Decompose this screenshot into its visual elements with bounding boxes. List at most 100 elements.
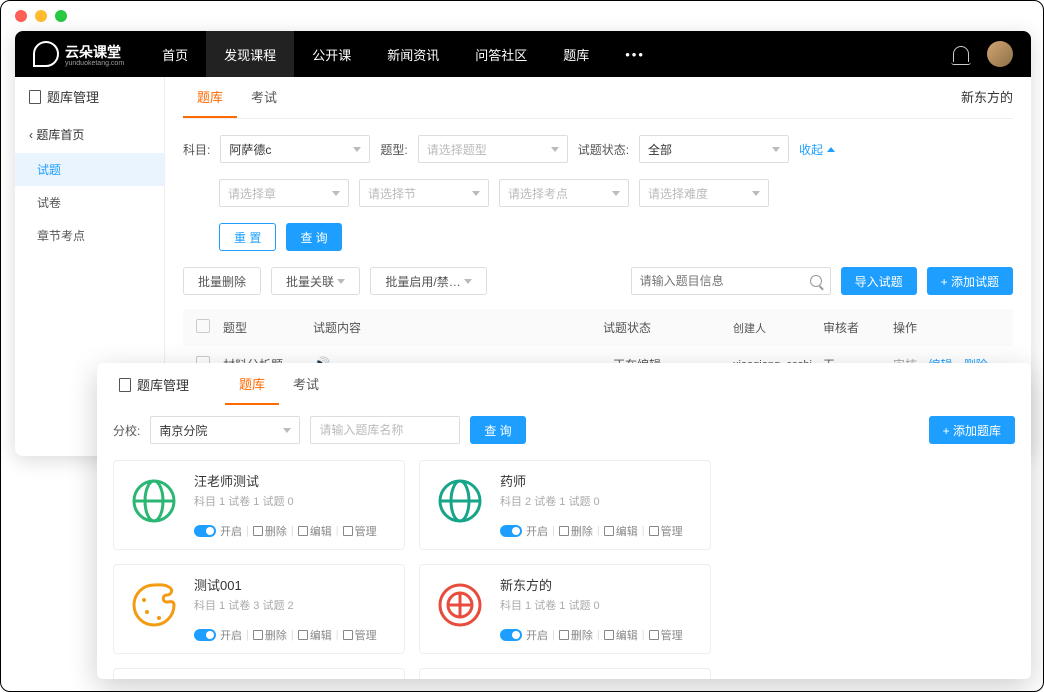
win2-tab-bank[interactable]: 题库	[225, 364, 279, 405]
logo[interactable]: 云朵课堂 yunduoketang.com	[33, 41, 124, 67]
logo-text: 云朵课堂	[65, 42, 124, 62]
type-select[interactable]: 请选择题型	[418, 135, 568, 163]
logo-subtext: yunduoketang.com	[65, 60, 124, 67]
nav-bank[interactable]: 题库	[545, 31, 607, 77]
bank-card: 第一题库 科目 1 试卷 1 试题 0 开启 | 删除 | 编辑 | 管理	[113, 668, 405, 679]
manage-link[interactable]: 管理	[649, 627, 683, 643]
edit-link[interactable]: 编辑	[298, 627, 332, 643]
manage-link[interactable]: 管理	[343, 627, 377, 643]
edit-icon	[298, 526, 308, 536]
status-select[interactable]: 全部	[639, 135, 789, 163]
add-question-button[interactable]: + 添加试题	[927, 267, 1013, 295]
subject-select[interactable]: 阿萨德c	[220, 135, 370, 163]
query-button[interactable]: 查 询	[286, 223, 341, 251]
bank-icon	[124, 575, 184, 635]
win2-title: 题库管理	[113, 363, 195, 406]
edit-link[interactable]: 编辑	[604, 627, 638, 643]
bank-list-window: 题库管理 题库 考试 分校: 南京分院 查 询 + 添加题库 汪老师测试 科目 …	[97, 363, 1031, 679]
chevron-down-icon	[472, 191, 480, 196]
win2-tab-exam[interactable]: 考试	[279, 364, 333, 405]
manage-link[interactable]: 管理	[649, 523, 683, 539]
branch-select[interactable]: 南京分院	[150, 416, 300, 444]
toggle-label: 开启	[220, 627, 242, 643]
sidebar-item-points[interactable]: 章节考点	[15, 219, 164, 252]
sidebar-item-papers[interactable]: 试卷	[15, 186, 164, 219]
branch-label: 分校:	[113, 422, 140, 439]
bulk-delete-button[interactable]: 批量删除	[183, 267, 261, 295]
win2-query-button[interactable]: 查 询	[470, 416, 525, 444]
close-dot[interactable]	[15, 10, 27, 22]
chevron-up-icon	[827, 147, 835, 152]
bank-card: 汪老师测试 科目 1 试卷 1 试题 0 开启 | 删除 | 编辑 | 管理	[113, 460, 405, 550]
tab-bank[interactable]: 题库	[183, 77, 237, 118]
max-dot[interactable]	[55, 10, 67, 22]
import-button[interactable]: 导入试题	[841, 267, 917, 295]
chevron-down-icon	[772, 147, 780, 152]
delete-link[interactable]: 删除	[253, 523, 287, 539]
collapse-link[interactable]: 收起	[799, 141, 835, 158]
trash-icon	[253, 630, 263, 640]
edit-link[interactable]: 编辑	[604, 523, 638, 539]
add-bank-button[interactable]: + 添加题库	[929, 416, 1015, 444]
nav-public[interactable]: 公开课	[294, 31, 369, 77]
type-label: 题型:	[380, 141, 407, 158]
edit-icon	[604, 526, 614, 536]
enable-toggle[interactable]	[194, 525, 216, 537]
edit-icon	[298, 630, 308, 640]
chapter-select[interactable]: 请选择章	[219, 179, 349, 207]
brand-name: 新东方的	[961, 87, 1013, 106]
bank-card: 新东方的 科目 1 试卷 1 试题 0 开启 | 删除 | 编辑 | 管理	[419, 564, 711, 654]
nav-discover[interactable]: 发现课程	[206, 31, 294, 77]
select-all-checkbox[interactable]	[196, 319, 210, 333]
sidebar-item-questions[interactable]: 试题	[15, 153, 164, 186]
sidebar-back[interactable]: ‹ 题库首页	[15, 116, 164, 153]
chevron-down-icon	[337, 279, 345, 284]
card-meta: 科目 1 试卷 1 试题 0	[500, 597, 700, 613]
th-content: 试题内容	[313, 319, 603, 336]
point-select[interactable]: 请选择考点	[499, 179, 629, 207]
card-title: 测试001	[194, 575, 394, 594]
topnav: 云朵课堂 yunduoketang.com 首页 发现课程 公开课 新闻资讯 问…	[15, 31, 1031, 77]
grid-icon	[649, 630, 659, 640]
enable-toggle[interactable]	[500, 629, 522, 641]
trash-icon	[559, 630, 569, 640]
delete-link[interactable]: 删除	[559, 523, 593, 539]
content-tabs: 题库 考试	[183, 77, 1013, 119]
edit-link[interactable]: 编辑	[298, 523, 332, 539]
nav-news[interactable]: 新闻资讯	[369, 31, 457, 77]
section-select[interactable]: 请选择节	[359, 179, 489, 207]
mac-titlebar	[1, 1, 1043, 31]
delete-link[interactable]: 删除	[253, 627, 287, 643]
search-input[interactable]	[640, 274, 810, 288]
bulk-toggle-button[interactable]: 批量启用/禁…	[370, 267, 487, 295]
min-dot[interactable]	[35, 10, 47, 22]
avatar[interactable]	[987, 41, 1013, 67]
card-meta: 科目 2 试卷 1 试题 0	[500, 493, 700, 509]
reset-button[interactable]: 重 置	[219, 223, 276, 251]
trash-icon	[559, 526, 569, 536]
search-box[interactable]	[631, 267, 831, 295]
search-icon	[810, 275, 822, 287]
tab-exam[interactable]: 考试	[237, 77, 291, 118]
bell-icon[interactable]	[953, 46, 969, 62]
doc-icon	[119, 378, 131, 392]
nav-more[interactable]: •••	[607, 31, 663, 77]
bank-name-input[interactable]	[310, 416, 460, 444]
delete-link[interactable]: 删除	[559, 627, 593, 643]
nav-items: 首页 发现课程 公开课 新闻资讯 问答社区 题库 •••	[144, 31, 663, 77]
chevron-down-icon	[551, 147, 559, 152]
difficulty-select[interactable]: 请选择难度	[639, 179, 769, 207]
enable-toggle[interactable]	[500, 525, 522, 537]
chevron-down-icon	[332, 191, 340, 196]
bank-icon	[430, 575, 490, 635]
manage-link[interactable]: 管理	[343, 523, 377, 539]
enable-toggle[interactable]	[194, 629, 216, 641]
card-title: 新东方的	[500, 575, 700, 594]
bank-card: 测试001 科目 1 试卷 3 试题 2 开启 | 删除 | 编辑 | 管理	[113, 564, 405, 654]
toggle-label: 开启	[526, 523, 548, 539]
bulk-link-button[interactable]: 批量关联	[271, 267, 360, 295]
nav-qa[interactable]: 问答社区	[457, 31, 545, 77]
th-type: 题型	[223, 319, 313, 336]
nav-home[interactable]: 首页	[144, 31, 206, 77]
subject-label: 科目:	[183, 141, 210, 158]
